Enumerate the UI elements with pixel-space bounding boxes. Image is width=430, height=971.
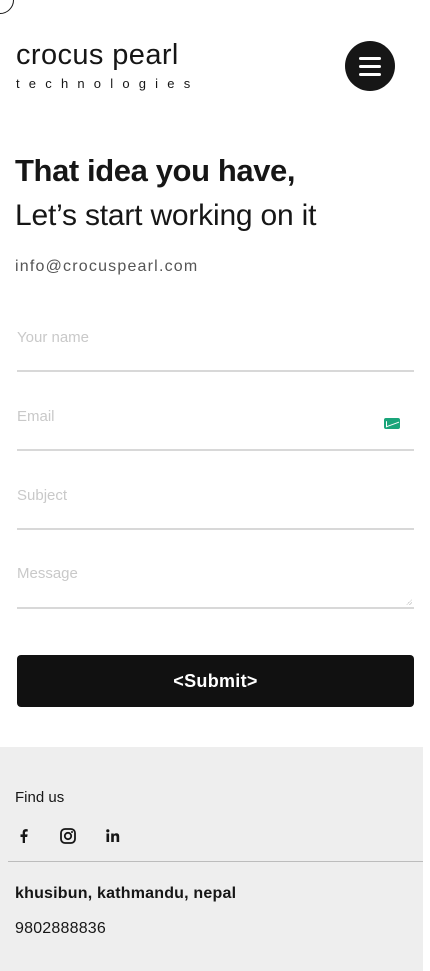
name-input[interactable] bbox=[17, 324, 414, 350]
name-field-wrapper bbox=[17, 324, 414, 372]
subject-input[interactable] bbox=[17, 482, 414, 508]
cursor-circle-icon bbox=[0, 0, 14, 14]
linkedin-icon[interactable] bbox=[104, 827, 122, 845]
message-field-wrapper bbox=[17, 561, 414, 609]
message-textarea[interactable] bbox=[17, 561, 414, 605]
email-autofill-icon[interactable] bbox=[384, 418, 400, 429]
instagram-icon[interactable] bbox=[59, 827, 77, 845]
page-headline: That idea you have, bbox=[15, 153, 296, 188]
resize-grip-icon[interactable] bbox=[406, 599, 412, 605]
footer-address: khusibun, kathmandu, nepal bbox=[15, 885, 237, 902]
footer: Find us khusibun, kathmandu, nepal 98028… bbox=[0, 747, 423, 971]
email-field-wrapper bbox=[17, 403, 414, 451]
find-us-heading: Find us bbox=[15, 789, 65, 806]
hamburger-menu-icon[interactable] bbox=[345, 41, 395, 91]
footer-phone[interactable]: 9802888836 bbox=[15, 920, 106, 938]
subject-field-wrapper bbox=[17, 482, 414, 530]
submit-button[interactable]: <Submit> bbox=[17, 655, 414, 707]
brand-name: crocus pearl bbox=[16, 39, 179, 71]
brand-logo[interactable]: crocus pearl technologies bbox=[16, 38, 199, 92]
contact-email-link[interactable]: info@crocuspearl.com bbox=[15, 257, 198, 277]
facebook-icon[interactable] bbox=[15, 827, 33, 845]
email-input[interactable] bbox=[17, 403, 414, 429]
footer-divider bbox=[8, 861, 423, 862]
brand-tagline: technologies bbox=[16, 76, 200, 91]
page-subheadline: Let’s start working on it bbox=[15, 199, 317, 232]
